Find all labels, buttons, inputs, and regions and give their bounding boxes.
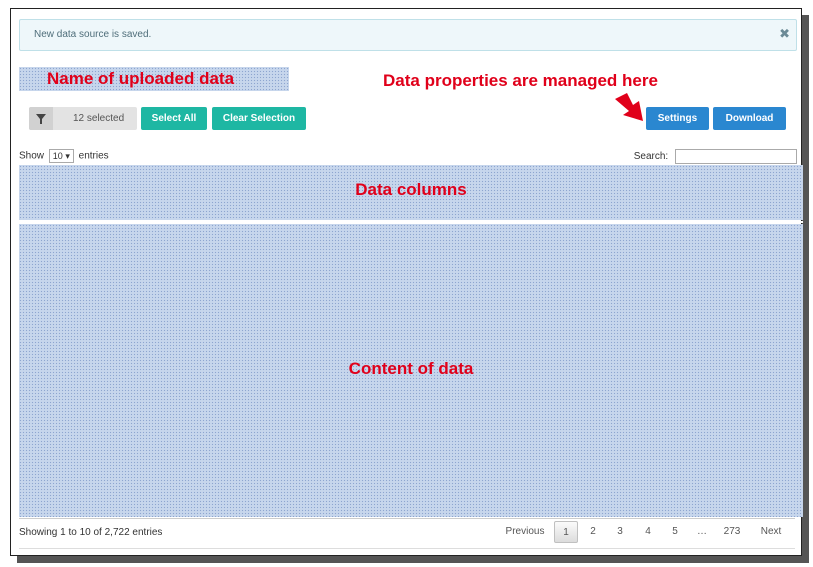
previous-page-button[interactable]: Previous: [501, 521, 549, 543]
search-input[interactable]: [675, 149, 797, 164]
filter-icon: [29, 107, 53, 130]
page-button-3[interactable]: 3: [609, 521, 631, 543]
close-icon[interactable]: ✖: [779, 26, 790, 42]
next-page-button[interactable]: Next: [753, 521, 789, 543]
table-search: Search:: [634, 149, 797, 164]
show-label: Show: [19, 150, 45, 162]
dataset-name-annotation: Name of uploaded data: [19, 67, 289, 91]
data-content-region: Content of data: [19, 224, 803, 517]
page-size-value: 10: [52, 151, 63, 161]
download-button[interactable]: Download: [713, 107, 786, 130]
red-arrow-icon: [615, 93, 643, 121]
chevron-down-icon: ▾: [65, 151, 70, 161]
page-size-control: Show 10 ▾ entries: [19, 149, 109, 163]
page-size-select[interactable]: 10 ▾: [48, 149, 74, 163]
clear-selection-button[interactable]: Clear Selection: [212, 107, 306, 130]
save-success-alert: New data source is saved. ✖: [19, 19, 797, 51]
page-button-4[interactable]: 4: [637, 521, 659, 543]
content-annotation: Content of data: [348, 359, 474, 378]
data-properties-annotation: Data properties are managed here: [383, 71, 658, 90]
pagination-ellipsis: …: [697, 526, 707, 537]
header-body-divider: [19, 221, 803, 223]
page-button-5[interactable]: 5: [664, 521, 686, 543]
search-label: Search:: [633, 151, 669, 163]
settings-button[interactable]: Settings: [646, 107, 709, 130]
column-filter-button[interactable]: 12 selected: [29, 107, 137, 130]
page-button-273[interactable]: 273: [716, 521, 748, 543]
bottom-divider: [19, 548, 795, 549]
data-columns-region: Data columns: [19, 165, 803, 220]
table-info: Showing 1 to 10 of 2,722 entries: [19, 527, 163, 538]
app-window: New data source is saved. ✖ Name of uplo…: [10, 8, 803, 556]
select-all-button[interactable]: Select All: [141, 107, 207, 130]
selected-count: 12 selected: [73, 113, 125, 124]
page-button-2[interactable]: 2: [582, 521, 604, 543]
alert-message: New data source is saved.: [34, 29, 152, 40]
data-columns-annotation: Data columns: [355, 180, 467, 199]
footer-divider: [19, 518, 795, 519]
page-button-1[interactable]: 1: [554, 521, 578, 543]
entries-label: entries: [78, 150, 109, 162]
